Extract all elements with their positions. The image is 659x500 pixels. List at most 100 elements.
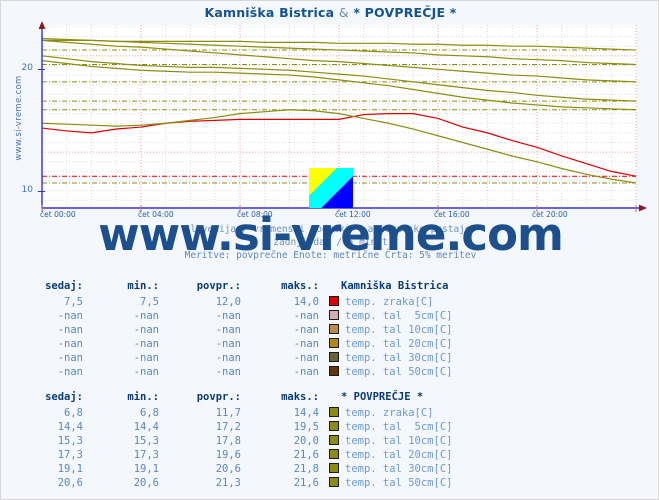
cell-maks: -nan [293, 310, 319, 322]
table-row: 15,3 15,3 17,8 20,0 temp. tal 10cm[C] [19, 434, 452, 448]
cell-povpr: 19,6 [215, 449, 241, 461]
cell-min: 17,3 [133, 449, 159, 461]
table-row: 7,5 7,5 12,0 14,0 temp. zraka[C] [19, 295, 452, 309]
weather-chart-page: Kamniška Bistrica & * POVPREČJE * www.si… [0, 0, 659, 500]
series-color-swatch [329, 324, 339, 334]
series-legend-cell: temp. tal 50cm[C] [319, 365, 452, 379]
series-color-swatch [329, 421, 339, 431]
x-tick-label-4: čet 16:00 [434, 210, 470, 219]
col-header-povpr: povpr.: [196, 280, 241, 292]
table-row: -nan -nan -nan -nan temp. tal 20cm[C] [19, 337, 452, 351]
series-label: temp. tal 5cm[C] [345, 310, 453, 322]
col-header-min: min.: [127, 280, 159, 292]
table-row: 20,6 20,6 21,3 21,6 temp. tal 50cm[C] [19, 476, 452, 490]
series-label: temp. tal 10cm[C] [345, 324, 453, 336]
series-legend-cell: temp. zraka[C] [319, 406, 452, 420]
cell-povpr: -nan [215, 338, 241, 350]
cell-povpr: 21,3 [215, 477, 241, 489]
series-label: temp. tal 5cm[C] [345, 421, 453, 433]
x-tick-label-2: čet 08:00 [237, 210, 273, 219]
series-color-swatch [329, 310, 339, 320]
cell-min: -nan [133, 310, 159, 322]
y-tick-label-20: 20 [21, 63, 33, 73]
table-row: 19,1 19,1 20,6 21,8 temp. tal 30cm[C] [19, 462, 452, 476]
cell-maks: 14,4 [293, 407, 319, 419]
cell-povpr: 17,2 [215, 421, 241, 433]
cell-povpr: 12,0 [215, 296, 241, 308]
col-header-sedaj: sedaj: [45, 280, 83, 292]
cell-sedaj: -nan [57, 324, 83, 336]
cell-min: 7,5 [140, 296, 159, 308]
cell-min: 6,8 [140, 407, 159, 419]
cell-sedaj: -nan [57, 366, 83, 378]
cell-sedaj: 14,4 [57, 421, 83, 433]
table-row: 14,4 14,4 17,2 19,5 temp. tal 5cm[C] [19, 420, 452, 434]
col-header-maks: maks.: [281, 391, 319, 403]
series-label: temp. tal 50cm[C] [345, 477, 453, 489]
cell-povpr: -nan [215, 324, 241, 336]
si-vreme-logo-icon [309, 168, 353, 208]
title-station: Kamniška Bistrica [204, 5, 335, 20]
series-color-swatch [329, 338, 339, 348]
series-label: temp. tal 20cm[C] [345, 338, 453, 350]
cell-sedaj: 17,3 [57, 449, 83, 461]
page-title: Kamniška Bistrica & * POVPREČJE * [1, 5, 658, 20]
cell-min: -nan [133, 324, 159, 336]
series-label: temp. tal 20cm[C] [345, 449, 453, 461]
x-tick-label-3: čet 12:00 [335, 210, 371, 219]
caption-line-1: Slovenija / vremenski podatki - avtomats… [184, 224, 477, 235]
cell-sedaj: 7,5 [64, 296, 83, 308]
x-axis-arrow [639, 204, 647, 212]
cell-maks: -nan [293, 338, 319, 350]
x-tick-label-1: čet 04:00 [138, 210, 174, 219]
series-legend-cell: temp. tal 20cm[C] [319, 448, 452, 462]
caption-line-2: zadnji dan / 5 minut [273, 237, 388, 248]
cell-sedaj: 15,3 [57, 435, 83, 447]
cell-sedaj: -nan [57, 352, 83, 364]
col-header-station-name: * POVPREČJE * [341, 391, 424, 403]
table-row: 17,3 17,3 19,6 21,6 temp. tal 20cm[C] [19, 448, 452, 462]
cell-sedaj: -nan [57, 310, 83, 322]
cell-min: 19,1 [133, 463, 159, 475]
series-color-swatch [329, 463, 339, 473]
series-label: temp. zraka[C] [345, 296, 434, 308]
series-label: temp. tal 10cm[C] [345, 435, 453, 447]
x-tick-label-0: čet 00:00 [40, 210, 76, 219]
series-color-swatch [329, 449, 339, 459]
series-legend-cell: temp. tal 5cm[C] [319, 309, 452, 323]
cell-povpr: 11,7 [215, 407, 241, 419]
cell-maks: 19,5 [293, 421, 319, 433]
caption-line-3: Meritve: povprečne Enote: metrične Črta:… [184, 250, 477, 261]
title-average: * POVPREČJE * [353, 5, 457, 20]
cell-povpr: -nan [215, 310, 241, 322]
cell-min: 20,6 [133, 477, 159, 489]
series-legend-cell: temp. tal 20cm[C] [319, 337, 452, 351]
series-label: temp. tal 30cm[C] [345, 352, 453, 364]
cell-min: -nan [133, 338, 159, 350]
col-header-sedaj: sedaj: [45, 391, 83, 403]
cell-min: 15,3 [133, 435, 159, 447]
table-header-row: sedaj: min.: povpr.: maks.: * POVPREČJE … [19, 391, 452, 406]
series-color-swatch [329, 296, 339, 306]
series-legend-cell: temp. tal 10cm[C] [319, 323, 452, 337]
col-header-povpr: povpr.: [196, 391, 241, 403]
title-ampersand: & [338, 5, 349, 20]
cell-min: -nan [133, 366, 159, 378]
series-color-swatch [329, 366, 339, 376]
cell-sedaj: 6,8 [64, 407, 83, 419]
col-header-station-name: Kamniška Bistrica [341, 280, 449, 292]
series-label: temp. zraka[C] [345, 407, 434, 419]
cell-maks: 21,8 [293, 463, 319, 475]
cell-maks: -nan [293, 324, 319, 336]
cell-povpr: 20,6 [215, 463, 241, 475]
series-legend-cell: temp. tal 30cm[C] [319, 351, 452, 365]
cell-maks: 14,0 [293, 296, 319, 308]
table-header-row: sedaj: min.: povpr.: maks.: Kamniška Bis… [19, 280, 452, 295]
table-row: -nan -nan -nan -nan temp. tal 5cm[C] [19, 309, 452, 323]
series-color-swatch [329, 435, 339, 445]
cell-sedaj: 19,1 [57, 463, 83, 475]
cell-povpr: 17,8 [215, 435, 241, 447]
series-label: temp. tal 50cm[C] [345, 366, 453, 378]
y-tick-label-10: 10 [21, 185, 33, 195]
series-color-swatch [329, 407, 339, 417]
